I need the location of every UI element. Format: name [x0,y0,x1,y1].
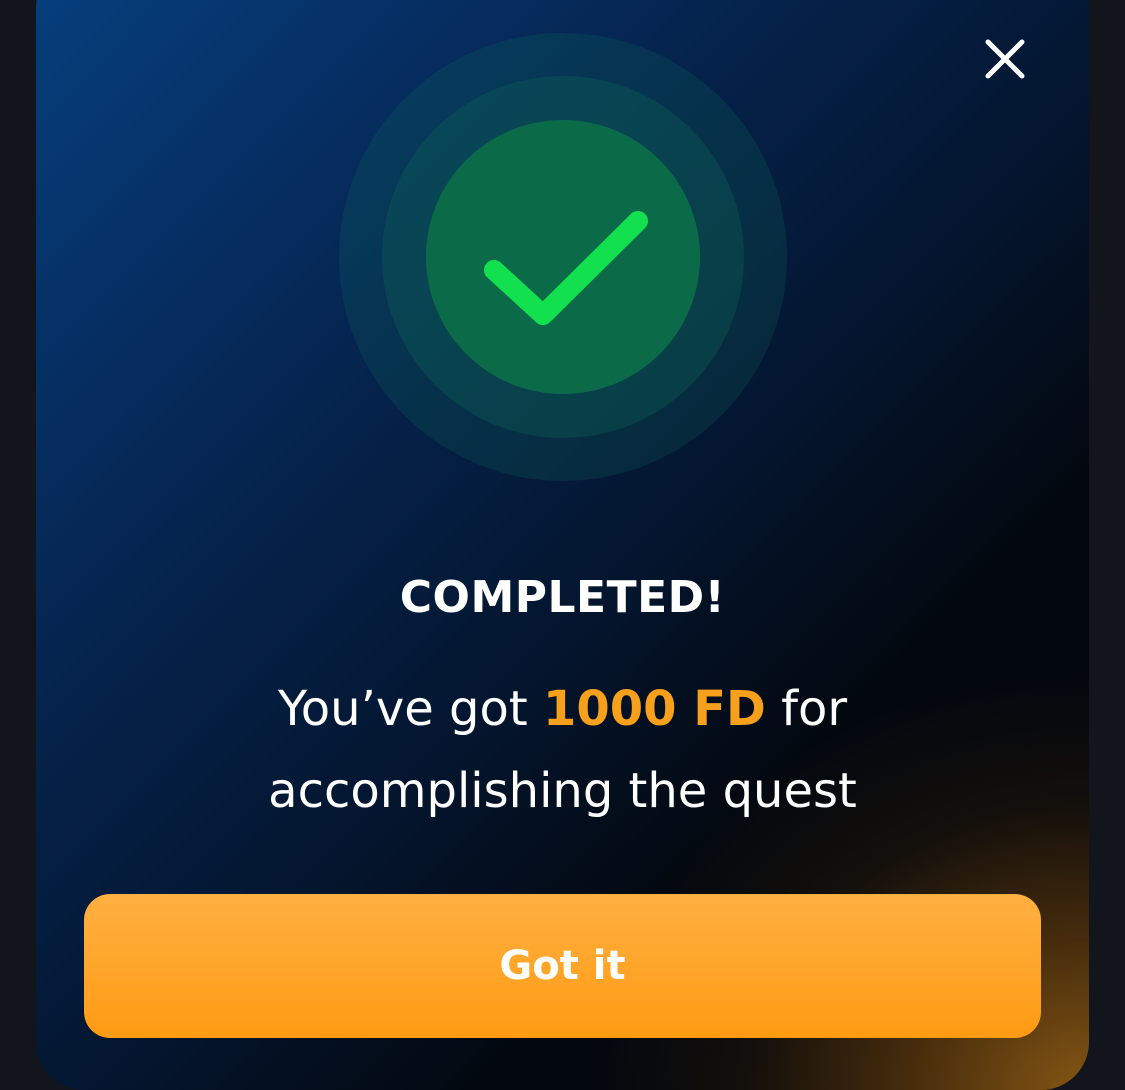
message-prefix: You’ve got [277,681,543,737]
quest-completed-dialog: COMPLETED! You’ve got 1000 FD for accomp… [36,0,1089,1090]
got-it-button[interactable]: Got it [84,894,1041,1038]
dialog-message: You’ve got 1000 FD for accomplishing the… [36,668,1089,832]
message-line-2: accomplishing the quest [268,763,857,819]
close-button[interactable] [980,34,1030,84]
close-icon [985,39,1025,79]
message-suffix: for [765,681,848,737]
check-icon [484,211,648,325]
dialog-title: COMPLETED! [399,572,726,623]
success-badge [339,33,787,481]
reward-amount: 1000 FD [542,681,766,737]
